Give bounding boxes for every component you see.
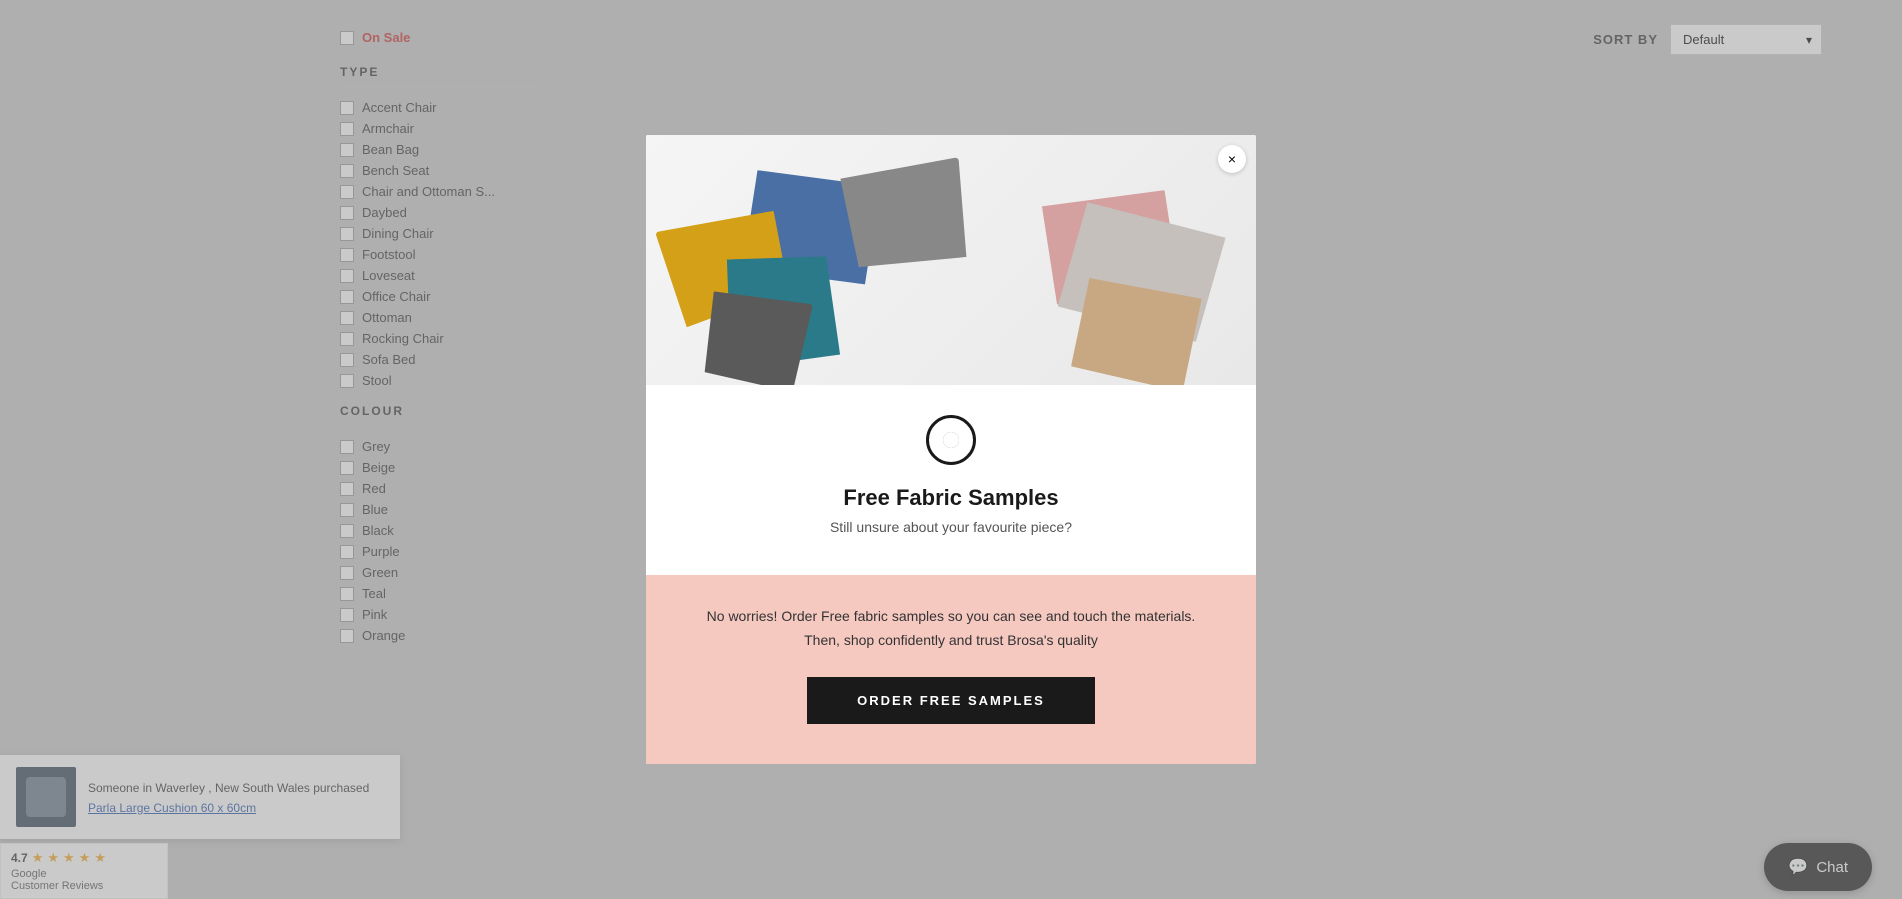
free-samples-modal: × Free Fabric Samples Still unsure about [646, 135, 1256, 764]
modal-subtitle: Still unsure about your favourite piece? [706, 519, 1196, 535]
order-samples-button[interactable]: ORDER FREE SAMPLES [807, 677, 1095, 724]
modal-body-text: No worries! Order Free fabric samples so… [706, 605, 1196, 653]
modal-white-section: Free Fabric Samples Still unsure about y… [646, 385, 1256, 575]
brosa-logo-icon [926, 415, 976, 465]
modal-close-button[interactable]: × [1218, 145, 1246, 173]
modal-image-area [646, 135, 1256, 385]
modal-overlay: × Free Fabric Samples Still unsure about [0, 0, 1902, 899]
midgrey-swatch [840, 157, 973, 273]
close-icon: × [1228, 151, 1236, 167]
modal-pink-section: No worries! Order Free fabric samples so… [646, 575, 1256, 764]
modal-title: Free Fabric Samples [706, 485, 1196, 511]
fabric-background [646, 135, 1256, 385]
